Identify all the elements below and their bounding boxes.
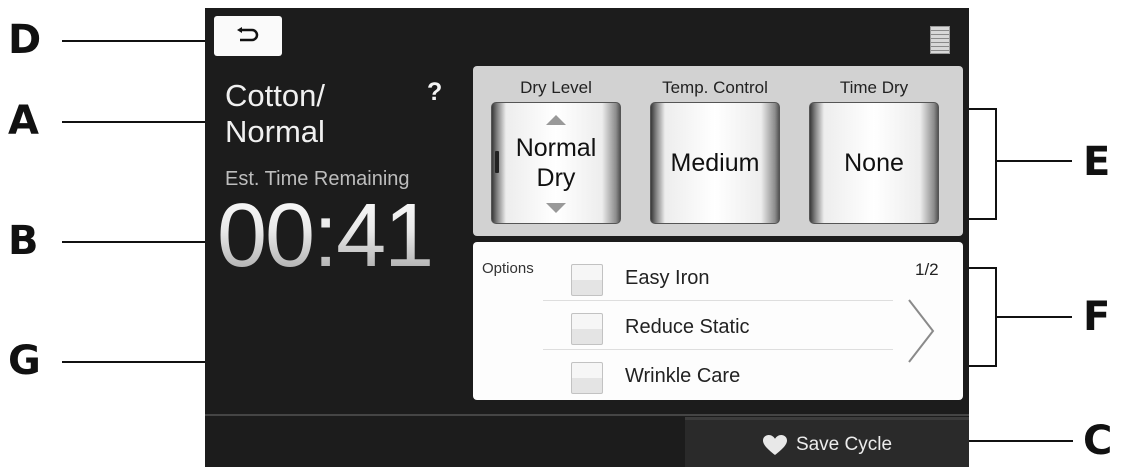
time-dry-value: None xyxy=(844,149,904,177)
scroll-up-icon[interactable] xyxy=(546,115,566,125)
callout-a: A xyxy=(8,98,39,144)
heart-icon xyxy=(762,435,787,455)
callout-b-line xyxy=(62,241,212,243)
easy-iron-label: Easy Iron xyxy=(625,267,710,289)
wrinkle-care-label: Wrinkle Care xyxy=(625,365,741,387)
callout-f: F xyxy=(1083,294,1111,340)
callout-d-line xyxy=(62,40,208,42)
cycle-name: Cotton/ Normal xyxy=(225,78,325,150)
reduce-static-label: Reduce Static xyxy=(625,316,750,338)
menu-list-icon[interactable] xyxy=(930,26,950,54)
bottom-divider xyxy=(205,414,969,416)
grip-icon xyxy=(495,151,499,173)
dry-level-value: Normal Dry xyxy=(516,133,597,193)
save-cycle-button[interactable]: Save Cycle xyxy=(685,417,969,467)
callout-e-line xyxy=(996,160,1072,162)
temp-control-value: Medium xyxy=(670,149,760,177)
time-remaining: 00:41 xyxy=(217,186,434,286)
callout-c: C xyxy=(1083,418,1113,464)
cycle-name-line1: Cotton/ xyxy=(225,78,325,113)
dry-level-value-line1: Normal xyxy=(515,134,597,162)
save-cycle-label: Save Cycle xyxy=(795,434,893,455)
callout-g-line xyxy=(62,361,212,363)
option-reduce-static[interactable]: Reduce Static xyxy=(543,301,893,350)
option-easy-iron[interactable]: Easy Iron xyxy=(543,252,893,301)
scroll-down-icon[interactable] xyxy=(546,203,566,213)
callout-e: E xyxy=(1083,139,1111,185)
time-dry-label: Time Dry xyxy=(839,78,909,97)
callout-g: G xyxy=(8,338,41,384)
callout-a-line xyxy=(62,121,212,123)
options-page-indicator: 1/2 xyxy=(915,260,939,279)
dry-level-label: Dry Level xyxy=(520,78,592,97)
reduce-static-checkbox[interactable] xyxy=(571,313,603,345)
wrinkle-care-checkbox[interactable] xyxy=(571,362,603,394)
dry-level-selector[interactable]: Normal Dry xyxy=(491,102,621,224)
dryer-screen: Cotton/ Normal ? Est. Time Remaining 00:… xyxy=(205,8,969,467)
help-button[interactable]: ? xyxy=(427,78,442,107)
temp-control-selector[interactable]: Medium xyxy=(650,102,780,224)
option-wrinkle-care[interactable]: Wrinkle Care xyxy=(543,350,893,398)
next-page-chevron-icon[interactable] xyxy=(901,296,941,366)
callout-b: B xyxy=(8,218,39,264)
options-title: Options xyxy=(482,260,534,277)
back-arrow-icon xyxy=(237,27,259,42)
callout-c-line xyxy=(969,440,1073,442)
settings-panel: Dry Level Temp. Control Time Dry Normal … xyxy=(473,66,963,236)
time-dry-selector[interactable]: None xyxy=(809,102,939,224)
back-button[interactable] xyxy=(214,16,282,56)
options-panel: Options 1/2 Easy Iron Reduce Static Wrin… xyxy=(473,242,963,400)
dry-level-value-line2: Dry xyxy=(536,164,576,192)
callout-f-line xyxy=(996,316,1072,318)
easy-iron-checkbox[interactable] xyxy=(571,264,603,296)
temp-control-label: Temp. Control xyxy=(662,78,768,97)
callout-d: D xyxy=(8,17,42,63)
cycle-name-line2: Normal xyxy=(225,114,325,149)
